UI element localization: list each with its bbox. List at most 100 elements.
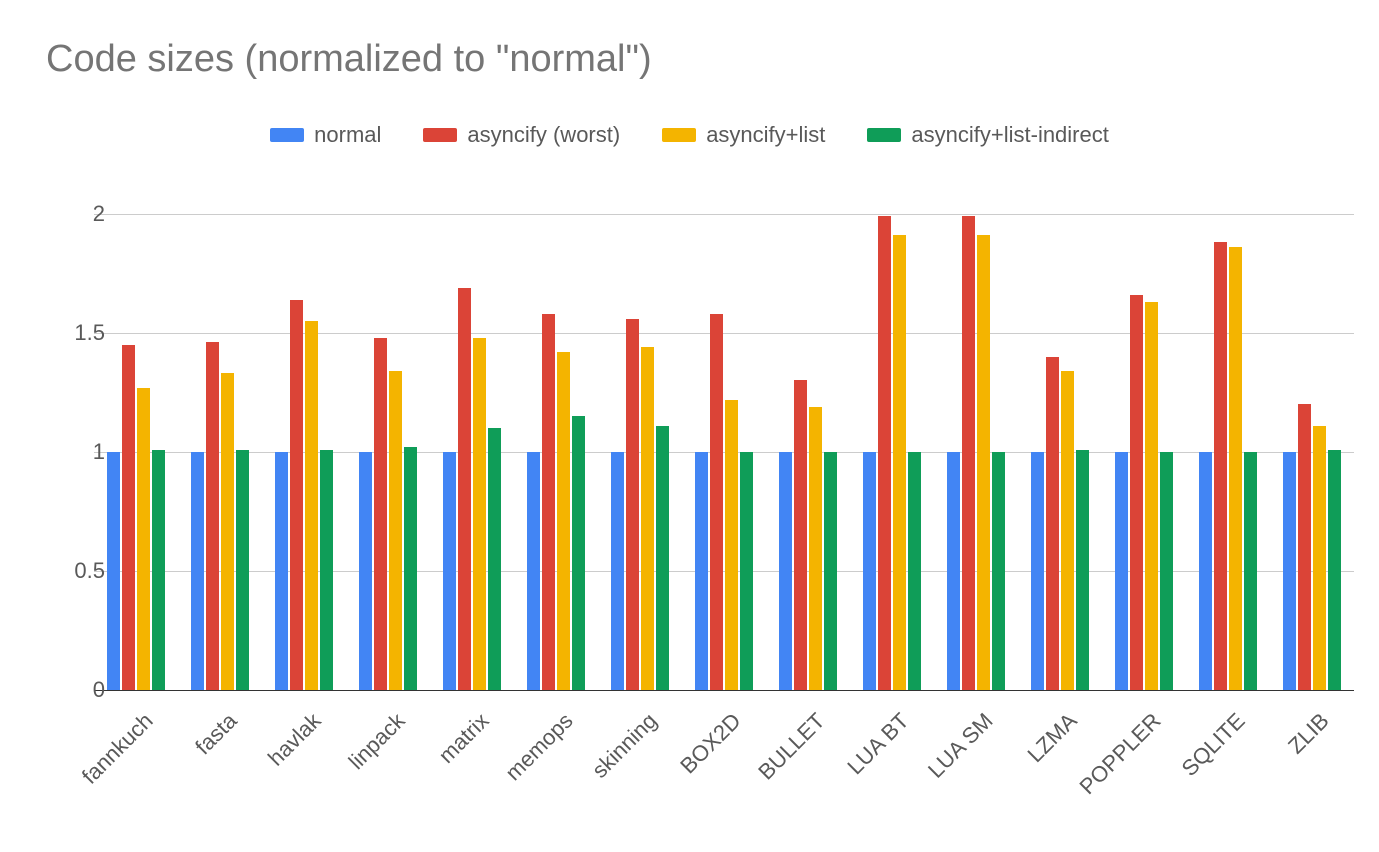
bar (1031, 452, 1044, 690)
bar-group (766, 190, 850, 690)
bar (236, 450, 249, 690)
bar (1145, 302, 1158, 690)
bar (1244, 452, 1257, 690)
bar (191, 452, 204, 690)
bar (695, 452, 708, 690)
bar (320, 450, 333, 690)
bar (542, 314, 555, 690)
bar (893, 235, 906, 690)
bar (137, 388, 150, 690)
legend-label: asyncify+list (706, 122, 825, 148)
plot-area (94, 190, 1354, 690)
bar-group (1270, 190, 1354, 690)
bar (1313, 426, 1326, 690)
legend-item: asyncify+list (662, 122, 825, 148)
bar (1214, 242, 1227, 690)
bar (1115, 452, 1128, 690)
bar (404, 447, 417, 690)
bar-group (346, 190, 430, 690)
x-tick-label: memops (500, 708, 578, 786)
legend-item: asyncify+list-indirect (867, 122, 1108, 148)
bar (1328, 450, 1341, 690)
bar (794, 380, 807, 690)
legend-swatch (423, 128, 457, 142)
bar (863, 452, 876, 690)
x-tick-label: LUA SM (923, 708, 998, 783)
y-tick-label: 1 (45, 439, 105, 465)
bar (443, 452, 456, 690)
y-tick-label: 0.5 (45, 558, 105, 584)
x-tick-label: POPPLER (1075, 708, 1167, 800)
x-tick-label: SQLITE (1177, 708, 1251, 782)
bar (290, 300, 303, 690)
bar (725, 400, 738, 690)
bar (1229, 247, 1242, 690)
bar-group (934, 190, 1018, 690)
bar (710, 314, 723, 690)
x-tick-label: linpack (344, 708, 411, 775)
bar (389, 371, 402, 690)
legend-swatch (867, 128, 901, 142)
bar (908, 452, 921, 690)
bar (1046, 357, 1059, 690)
legend-swatch (662, 128, 696, 142)
legend-label: asyncify+list-indirect (911, 122, 1108, 148)
x-tick-label: skinning (587, 708, 662, 783)
bar (878, 216, 891, 690)
bar-group (1186, 190, 1270, 690)
legend-item: normal (270, 122, 381, 148)
bar (962, 216, 975, 690)
bar (305, 321, 318, 690)
bar (1130, 295, 1143, 690)
bar (557, 352, 570, 690)
bar (1061, 371, 1074, 690)
bar (359, 452, 372, 690)
bar (1076, 450, 1089, 690)
bar (374, 338, 387, 690)
bar (779, 452, 792, 690)
x-axis-labels: fannkuchfastahavlaklinpackmatrixmemopssk… (94, 700, 1354, 850)
bar-group (1102, 190, 1186, 690)
bar (611, 452, 624, 690)
bar (824, 452, 837, 690)
bar (488, 428, 501, 690)
legend-item: asyncify (worst) (423, 122, 620, 148)
bar-group (430, 190, 514, 690)
y-tick-label: 2 (45, 201, 105, 227)
bar (809, 407, 822, 690)
chart-legend: normal asyncify (worst) asyncify+list async… (0, 122, 1379, 148)
chart-container: Code sizes (normalized to "normal") norm… (0, 0, 1379, 852)
bar (152, 450, 165, 690)
bar (527, 452, 540, 690)
bar (107, 452, 120, 690)
bar-group (1018, 190, 1102, 690)
bar (572, 416, 585, 690)
axis-baseline (94, 690, 1354, 691)
bar (122, 345, 135, 690)
bar-group (178, 190, 262, 690)
bar (1199, 452, 1212, 690)
bar (1298, 404, 1311, 690)
x-tick-label: fasta (190, 708, 242, 760)
x-tick-label: havlak (263, 708, 326, 771)
x-tick-label: BULLET (753, 708, 830, 785)
x-tick-label: matrix (434, 708, 495, 769)
bar-group (682, 190, 766, 690)
x-tick-label: LUA BT (842, 708, 914, 780)
bar-group (262, 190, 346, 690)
bar (626, 319, 639, 690)
bar (1160, 452, 1173, 690)
bar (641, 347, 654, 690)
bar (458, 288, 471, 690)
bar (473, 338, 486, 690)
bar-group (598, 190, 682, 690)
legend-label: normal (314, 122, 381, 148)
bar (977, 235, 990, 690)
bar (275, 452, 288, 690)
x-tick-label: ZLIB (1283, 708, 1334, 759)
y-tick-label: 1.5 (45, 320, 105, 346)
bar (1283, 452, 1296, 690)
bar (740, 452, 753, 690)
bar-group (94, 190, 178, 690)
bar-group (850, 190, 934, 690)
